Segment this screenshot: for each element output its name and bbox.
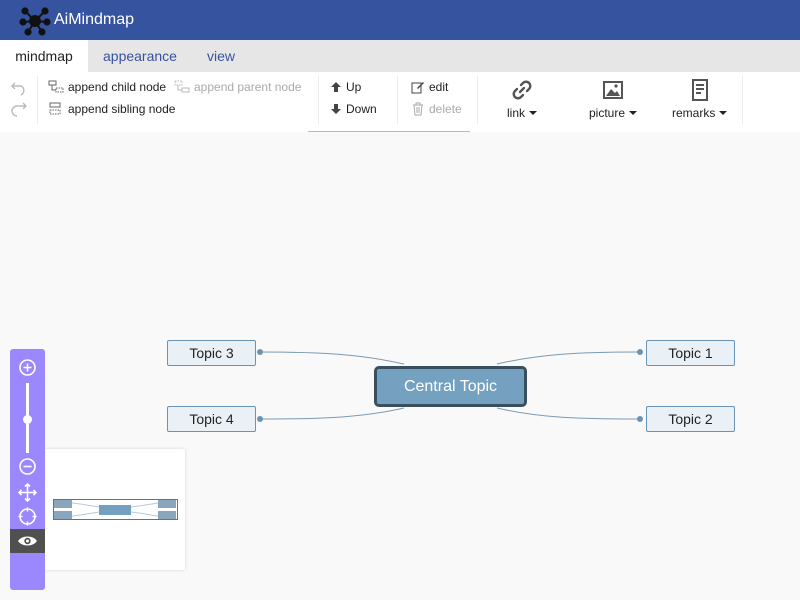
connector-topic-1	[496, 351, 641, 365]
toolbar-separator	[477, 76, 478, 124]
arrow-down-icon	[331, 104, 341, 114]
remarks-button[interactable]: remarks	[672, 78, 728, 120]
zoom-slider-thumb[interactable]	[23, 415, 32, 424]
toolbar-separator	[397, 76, 398, 124]
redo-icon[interactable]	[10, 102, 28, 118]
edit-icon	[411, 82, 424, 94]
picture-button[interactable]: picture	[589, 78, 638, 120]
chevron-down-icon	[629, 111, 638, 115]
tab-bar: mindmap appearance view	[0, 40, 800, 72]
toolbar-separator	[318, 76, 319, 124]
edit-label: edit	[429, 80, 449, 94]
undo-icon[interactable]	[10, 80, 28, 96]
append-sibling-label: append sibling node	[68, 102, 176, 116]
minimap	[45, 449, 185, 570]
expand-dot-topic-3[interactable]	[257, 349, 263, 355]
move-down-label: Down	[346, 102, 377, 116]
tab-appearance[interactable]: appearance	[103, 40, 177, 72]
append-parent-icon	[174, 80, 190, 93]
central-topic-node[interactable]: Central Topic	[374, 366, 527, 407]
link-icon	[512, 80, 532, 100]
minimap-viewport[interactable]	[53, 499, 178, 520]
tab-view[interactable]: view	[207, 40, 235, 72]
remarks-icon	[691, 79, 708, 101]
toggle-minimap-button[interactable]	[10, 529, 45, 553]
move-icon[interactable]	[18, 483, 37, 502]
zoom-toolbar	[10, 349, 45, 590]
expand-dot-topic-1[interactable]	[637, 349, 643, 355]
trash-icon	[413, 102, 423, 116]
app-logo-icon	[19, 7, 51, 36]
toolbar-separator	[37, 76, 38, 124]
topic-node[interactable]: Topic 3	[167, 340, 256, 366]
topic-node[interactable]: Topic 1	[646, 340, 735, 366]
append-sibling-button[interactable]: append sibling node	[48, 102, 175, 116]
toolbar: append child node append parent node app…	[0, 72, 800, 132]
delete-label: delete	[429, 102, 462, 116]
connector-topic-3	[259, 351, 405, 365]
append-child-label: append child node	[68, 80, 167, 94]
toolbar-separator	[742, 76, 743, 124]
picture-icon	[603, 81, 624, 99]
connector-topic-2	[496, 407, 641, 420]
append-parent-button[interactable]: append parent node	[174, 80, 301, 94]
tab-mindmap[interactable]: mindmap	[0, 40, 88, 72]
picture-label: picture	[589, 106, 626, 120]
delete-button[interactable]: delete	[411, 102, 462, 116]
zoom-in-icon[interactable]	[18, 358, 37, 377]
link-button[interactable]: link	[507, 78, 538, 120]
zoom-out-icon[interactable]	[18, 457, 37, 476]
append-sibling-icon	[49, 102, 61, 115]
link-label: link	[507, 106, 526, 120]
move-up-button[interactable]: Up	[330, 80, 361, 94]
topic-node[interactable]: Topic 4	[167, 406, 256, 432]
title-bar: AiMindmap	[0, 0, 800, 40]
edit-button[interactable]: edit	[411, 80, 448, 94]
arrow-up-icon	[331, 82, 341, 92]
append-parent-label: append parent node	[194, 80, 302, 94]
center-target-icon[interactable]	[18, 507, 37, 526]
app-title: AiMindmap	[54, 11, 135, 28]
move-down-button[interactable]: Down	[330, 102, 377, 116]
connector-topic-4	[259, 407, 405, 420]
chevron-down-icon	[529, 111, 538, 115]
eye-icon	[18, 536, 37, 546]
chevron-down-icon	[719, 111, 728, 115]
append-child-button[interactable]: append child node	[48, 80, 166, 94]
expand-dot-topic-2[interactable]	[637, 416, 643, 422]
remarks-label: remarks	[672, 106, 716, 120]
expand-dot-topic-4[interactable]	[257, 416, 263, 422]
topic-node[interactable]: Topic 2	[646, 406, 735, 432]
move-up-label: Up	[346, 80, 362, 94]
append-child-icon	[48, 80, 64, 93]
